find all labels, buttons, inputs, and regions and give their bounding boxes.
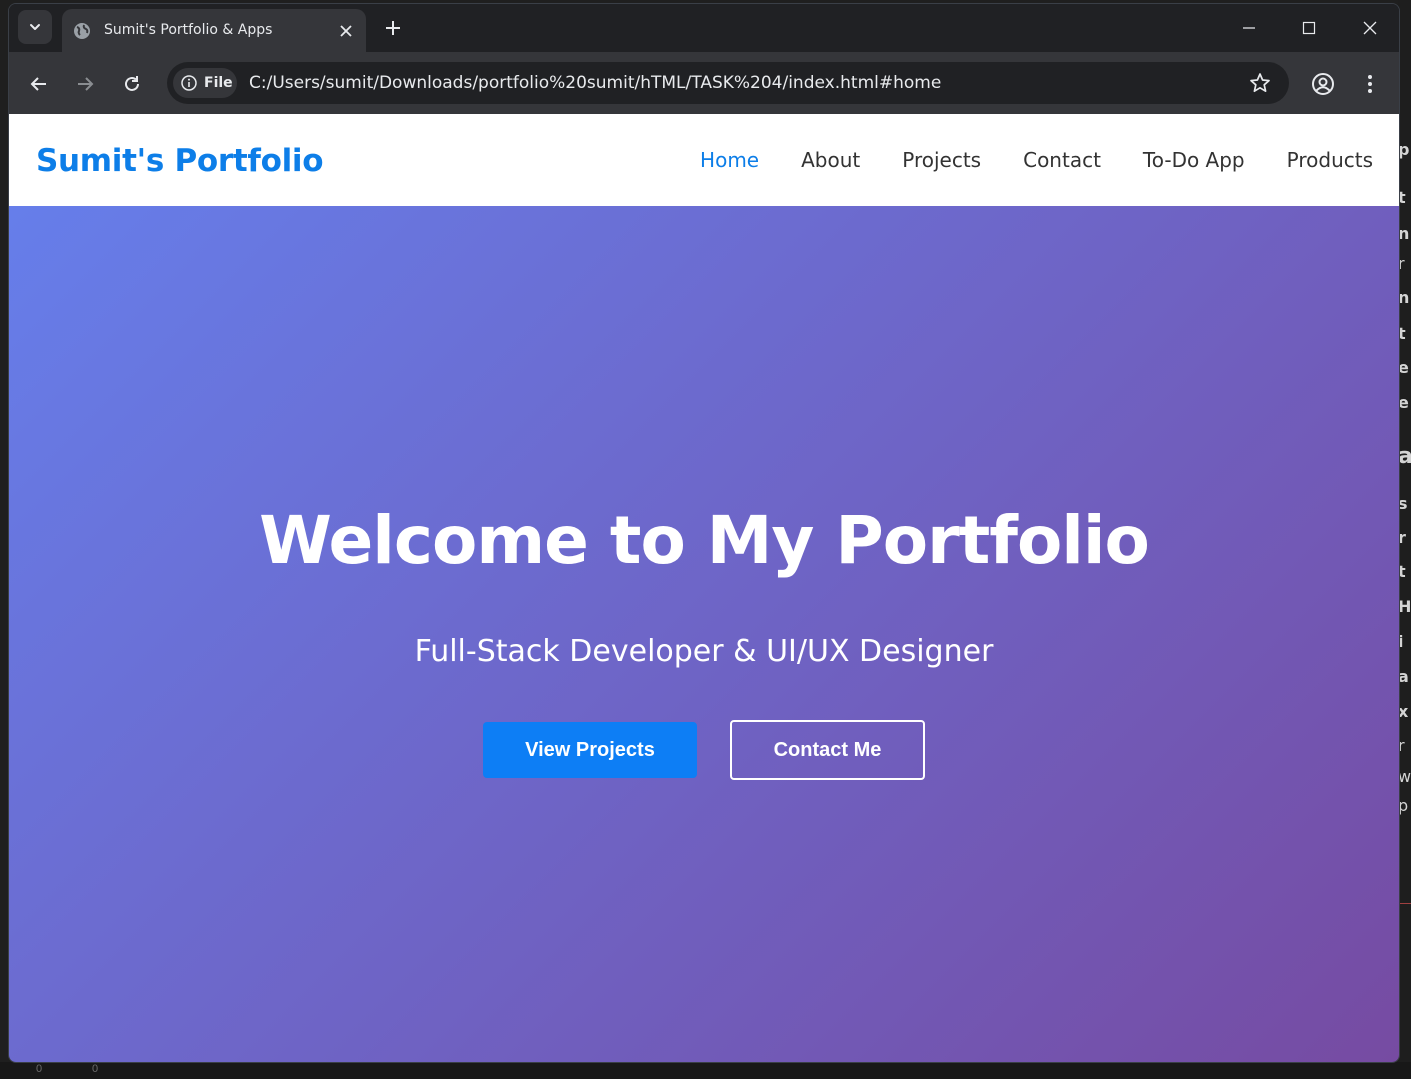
menu-button[interactable]	[1353, 67, 1387, 101]
arrow-left-icon	[30, 77, 46, 91]
warning-count: 0	[92, 1063, 99, 1075]
view-projects-button[interactable]: View Projects	[483, 722, 697, 778]
chevron-down-icon	[30, 24, 40, 30]
site-chip-label: File	[204, 75, 233, 91]
hero-title: Welcome to My Portfolio	[259, 502, 1150, 579]
close-window-button[interactable]	[1347, 13, 1393, 43]
close-icon	[1363, 21, 1377, 35]
nav-link-products[interactable]: Products	[1287, 148, 1373, 172]
site-brand[interactable]: Sumit's Portfolio	[36, 143, 324, 179]
close-icon[interactable]	[336, 21, 356, 41]
nav-links: Home About Projects Contact To-Do App Pr…	[700, 148, 1373, 172]
browser-window: Sumit's Portfolio & Apps File C:/Users/s…	[8, 3, 1400, 1063]
nav-link-todo-app[interactable]: To-Do App	[1143, 148, 1245, 172]
page-viewport: Sumit's Portfolio Home About Projects Co…	[9, 114, 1399, 1062]
tab-title: Sumit's Portfolio & Apps	[104, 22, 273, 38]
reload-icon	[125, 76, 139, 91]
nav-link-about[interactable]: About	[801, 148, 860, 172]
nav-link-home[interactable]: Home	[700, 148, 759, 172]
browser-toolbar: File C:/Users/sumit/Downloads/portfolio%…	[9, 52, 1399, 114]
minimize-button[interactable]	[1226, 13, 1272, 43]
arrow-right-icon	[78, 77, 94, 91]
forward-button[interactable]	[68, 67, 102, 101]
nav-link-projects[interactable]: Projects	[902, 148, 981, 172]
back-button[interactable]	[22, 67, 56, 101]
star-icon[interactable]	[1249, 72, 1271, 94]
url-text[interactable]: C:/Users/sumit/Downloads/portfolio%20sum…	[249, 73, 941, 93]
globe-icon	[74, 23, 90, 39]
site-navbar: Sumit's Portfolio Home About Projects Co…	[9, 114, 1399, 206]
tab-search-button[interactable]	[18, 10, 52, 44]
background-status-bar: 0 0	[0, 1062, 1411, 1079]
reload-button[interactable]	[115, 67, 149, 101]
tab-strip: Sumit's Portfolio & Apps	[9, 4, 1399, 53]
contact-me-button[interactable]: Contact Me	[730, 720, 925, 780]
account-circle-icon	[1312, 73, 1334, 95]
tab-active[interactable]: Sumit's Portfolio & Apps	[62, 9, 366, 53]
plus-icon[interactable]	[382, 17, 404, 39]
error-count: 0	[36, 1063, 43, 1075]
profile-button[interactable]	[1306, 67, 1340, 101]
info-icon	[181, 75, 197, 91]
maximize-button[interactable]	[1286, 13, 1332, 43]
maximize-icon	[1302, 21, 1316, 35]
more-vertical-icon	[1368, 75, 1372, 93]
address-bar[interactable]: File C:/Users/sumit/Downloads/portfolio%…	[167, 62, 1289, 104]
hero-section: Welcome to My Portfolio Full-Stack Devel…	[9, 206, 1399, 1062]
nav-link-contact[interactable]: Contact	[1023, 148, 1101, 172]
hero-subtitle: Full-Stack Developer & UI/UX Designer	[414, 634, 994, 669]
site-info-chip[interactable]: File	[173, 68, 237, 98]
minimize-icon	[1243, 27, 1255, 29]
